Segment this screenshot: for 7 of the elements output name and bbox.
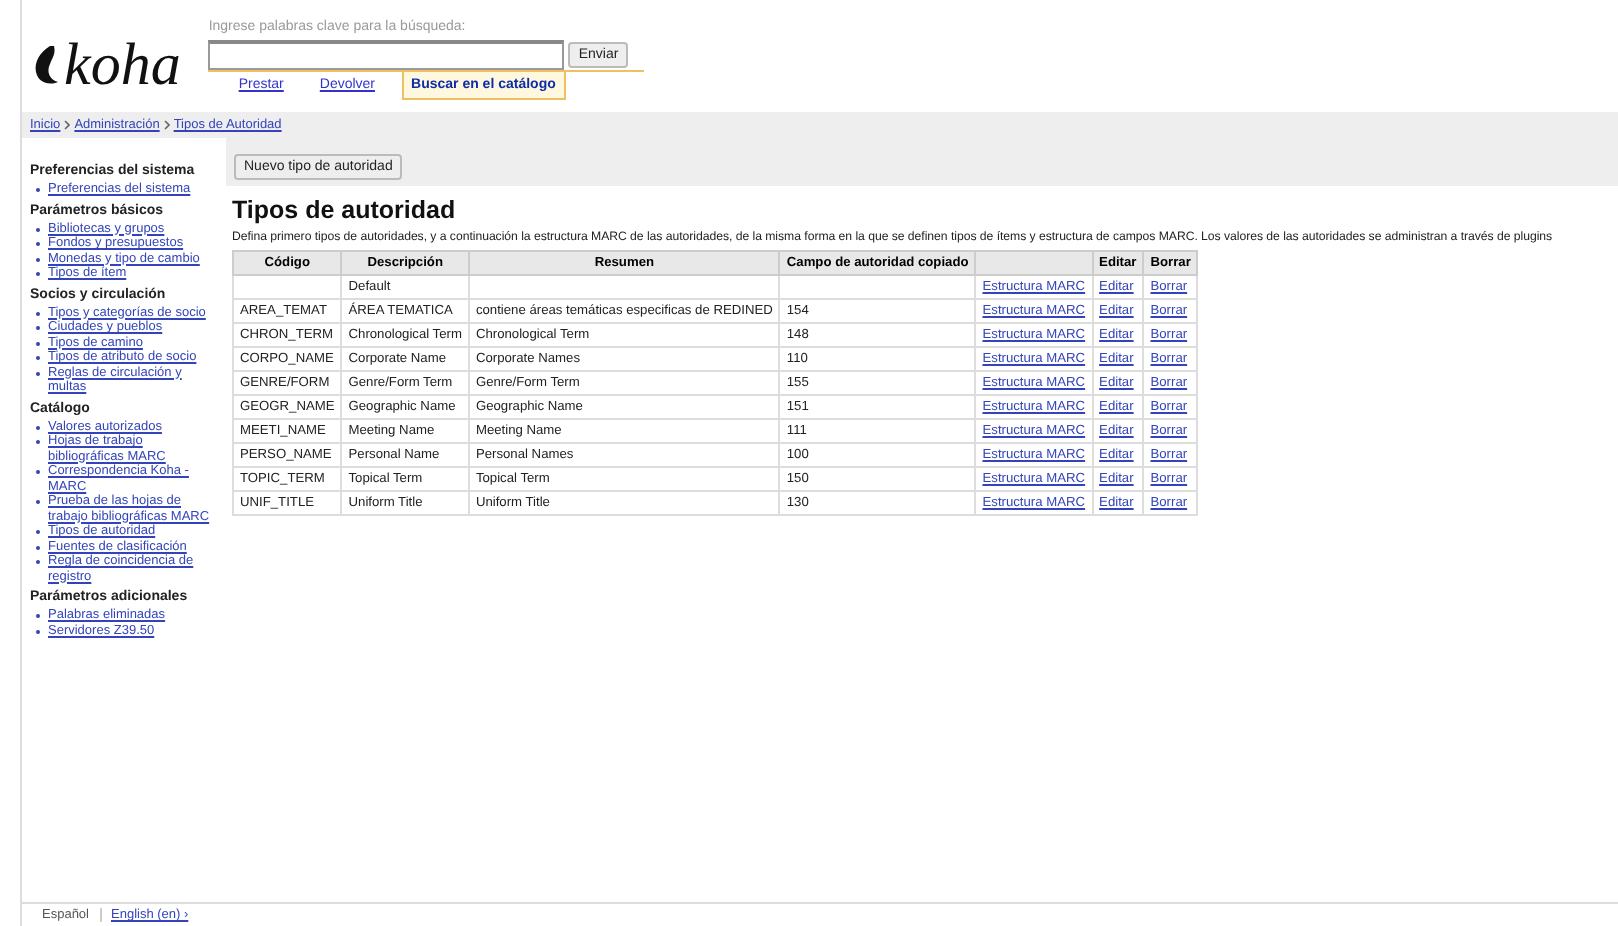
koha-logo-icon (34, 46, 62, 86)
search-field[interactable] (208, 40, 565, 70)
page-title: Tipos de autoridad (232, 196, 458, 224)
logo-text: koha (64, 36, 181, 96)
table-cell (233, 275, 342, 299)
chevron-icon (163, 120, 170, 130)
chevron-icon (64, 120, 71, 130)
